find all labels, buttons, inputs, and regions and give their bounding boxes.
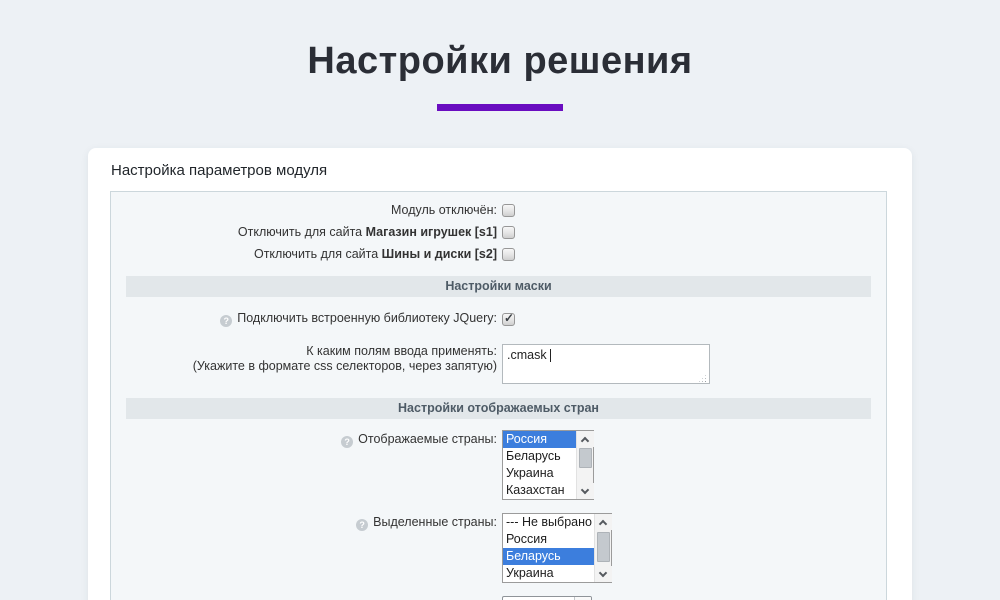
displayed-countries-label: ? Отображаемые страны: xyxy=(111,430,497,448)
disable-site2-label-prefix: Отключить для сайта xyxy=(254,247,382,261)
scrollbar-thumb[interactable] xyxy=(579,448,592,468)
disable-site2-label: Отключить для сайта Шины и диски [s2] xyxy=(111,247,497,262)
option-ukraine[interactable]: Украина xyxy=(503,565,594,582)
apply-fields-label-line2: (Укажите в формате css селекторов, через… xyxy=(193,359,497,373)
displayed-countries-listbox[interactable]: Россия Беларусь Украина Казахстан xyxy=(502,430,594,500)
panel-header: Настройка параметров модуля xyxy=(88,148,912,189)
disable-site1-label-prefix: Отключить для сайта xyxy=(238,225,366,239)
row-module-disabled: Модуль отключён: xyxy=(111,199,886,221)
option-ukraine[interactable]: Украина xyxy=(503,465,576,482)
row-default-country: ?Страна по умолчанию: Беларусь xyxy=(111,596,886,600)
apply-fields-label: К каким полям ввода применять: (Укажите … xyxy=(111,344,497,374)
row-disable-site1: Отключить для сайта Магазин игрушек [s1] xyxy=(111,221,886,243)
text-cursor xyxy=(550,349,551,362)
module-disabled-label-text: Модуль отключён: xyxy=(391,203,497,217)
default-country-select[interactable]: Беларусь xyxy=(502,596,592,600)
disable-site2-checkbox[interactable] xyxy=(502,248,515,261)
help-icon[interactable]: ? xyxy=(356,519,368,531)
help-icon[interactable]: ? xyxy=(220,315,232,327)
scroll-up-icon[interactable] xyxy=(577,431,594,447)
css-selectors-textarea[interactable]: .cmask xyxy=(502,344,710,384)
section-displayed-countries: Настройки отображаемых стран xyxy=(126,398,871,419)
jquery-label-text: Подключить встроенную библиотеку JQuery: xyxy=(237,311,497,325)
apply-fields-label-line1: К каким полям ввода применять: xyxy=(306,344,497,358)
row-apply-fields: К каким полям ввода применять: (Укажите … xyxy=(111,344,886,387)
row-displayed-countries: ? Отображаемые страны: Россия Беларусь Ук… xyxy=(111,430,886,500)
page-title: Настройки решения xyxy=(0,40,1000,83)
selected-countries-listbox[interactable]: --- Не выбрано --- Россия Беларусь Украи… xyxy=(502,513,612,583)
module-settings-panel: Настройка параметров модуля Модуль отклю… xyxy=(88,148,912,600)
scroll-down-icon[interactable] xyxy=(577,483,594,499)
title-accent-underline xyxy=(437,104,563,111)
selected-countries-label: ? Выделенные страны: xyxy=(111,513,497,531)
disable-site2-label-bold: Шины и диски [s2] xyxy=(382,247,497,261)
listbox-scrollbar[interactable] xyxy=(576,431,593,499)
disable-site1-checkbox[interactable] xyxy=(502,226,515,239)
option-russia[interactable]: Россия xyxy=(503,531,594,548)
row-disable-site2: Отключить для сайта Шины и диски [s2] xyxy=(111,243,886,265)
module-disabled-checkbox[interactable] xyxy=(502,204,515,217)
row-jquery: ? Подключить встроенную библиотеку JQuery… xyxy=(111,308,886,330)
option-russia[interactable]: Россия xyxy=(503,431,576,448)
option-belarus[interactable]: Беларусь xyxy=(503,548,594,565)
jquery-checkbox[interactable] xyxy=(502,313,515,326)
scroll-up-icon[interactable] xyxy=(595,514,612,530)
listbox-scrollbar[interactable] xyxy=(594,514,611,582)
disable-site1-label: Отключить для сайта Магазин игрушек [s1] xyxy=(111,225,497,240)
selected-countries-label-text: Выделенные страны: xyxy=(373,515,497,529)
option-belarus[interactable]: Беларусь xyxy=(503,448,576,465)
disable-site1-label-bold: Магазин игрушек [s1] xyxy=(366,225,497,239)
displayed-countries-label-text: Отображаемые страны: xyxy=(358,432,497,446)
section-mask-settings: Настройки маски xyxy=(126,276,871,297)
module-settings-form: Модуль отключён: Отключить для сайта Маг… xyxy=(110,191,887,600)
module-disabled-label: Модуль отключён: xyxy=(111,203,497,218)
option-not-selected[interactable]: --- Не выбрано --- xyxy=(503,514,594,531)
resize-grip-icon[interactable] xyxy=(706,382,707,383)
help-icon[interactable]: ? xyxy=(341,436,353,448)
jquery-label: ? Подключить встроенную библиотеку JQuery… xyxy=(111,311,497,327)
option-kazakhstan[interactable]: Казахстан xyxy=(503,482,576,499)
row-selected-countries: ? Выделенные страны: --- Не выбрано --- Р… xyxy=(111,513,886,583)
scrollbar-thumb[interactable] xyxy=(597,532,610,562)
scroll-down-icon[interactable] xyxy=(595,566,612,582)
